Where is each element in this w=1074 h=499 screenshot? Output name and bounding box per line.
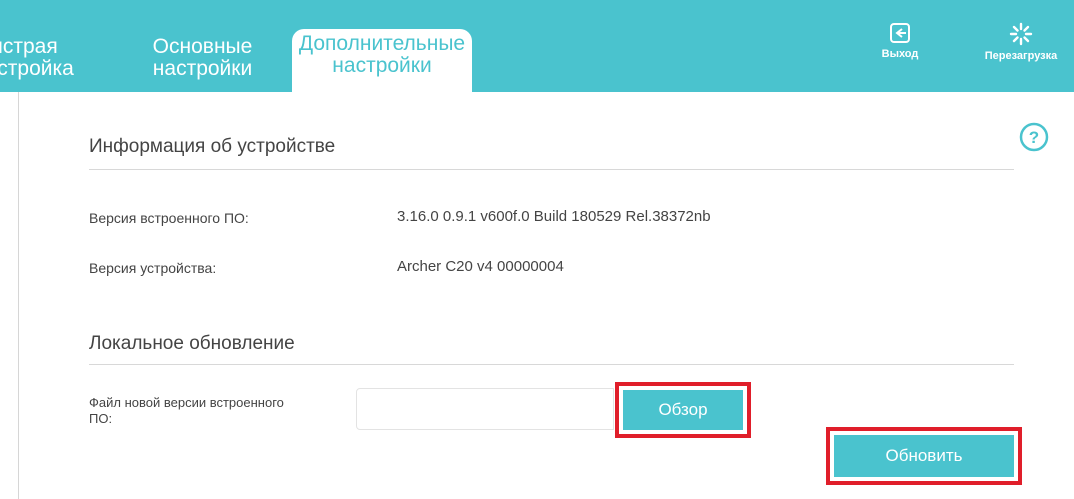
firmware-file-input[interactable] [356, 388, 614, 430]
device-info-title: Информация об устройстве [89, 136, 336, 157]
tab-basic-line1: Основные [152, 35, 253, 58]
help-icon[interactable]: ? [1019, 122, 1049, 152]
tab-advanced-line1: Дополнительные [298, 32, 466, 55]
content-panel: ? Информация об устройстве Версия встрое… [18, 92, 1074, 499]
logout-button[interactable]: Выход [870, 22, 930, 60]
browse-button[interactable]: Обзор [623, 390, 743, 430]
firmware-file-label: Файл новой версии встроенного ПО: [89, 395, 349, 427]
tab-basic-line2: настройки [152, 57, 253, 80]
update-button[interactable]: Обновить [834, 435, 1014, 477]
reboot-icon [1009, 22, 1033, 46]
tab-quick-setup[interactable]: Быстрая настройка [0, 36, 90, 80]
firmware-file-label-line1: Файл новой версии встроенного [89, 395, 284, 410]
tab-basic-settings[interactable]: Основные настройки [130, 36, 275, 80]
local-update-title: Локальное обновление [89, 333, 295, 354]
tab-quick-setup-line1: Быстрая [0, 36, 58, 58]
reboot-button[interactable]: Перезагрузка [968, 22, 1074, 62]
tab-advanced-line2: настройки [332, 54, 432, 77]
logout-icon [890, 23, 910, 43]
tab-quick-setup-line2: настройка [0, 57, 74, 80]
local-update-divider [89, 364, 1014, 365]
logout-label: Выход [881, 48, 919, 60]
top-nav-bar: Быстрая настройка Основные настройки Доп… [0, 0, 1074, 92]
tab-advanced-settings[interactable]: Дополнительные настройки [292, 29, 472, 92]
hardware-version-label: Версия устройства: [89, 260, 217, 276]
firmware-file-label-line2: ПО: [89, 411, 113, 426]
firmware-version-label: Версия встроенного ПО: [89, 210, 249, 226]
hardware-version-value: Archer C20 v4 00000004 [397, 258, 564, 275]
svg-text:?: ? [1029, 128, 1039, 147]
firmware-version-value: 3.16.0 0.9.1 v600f.0 Build 180529 Rel.38… [397, 208, 711, 225]
device-info-divider [89, 169, 1014, 170]
reboot-label: Перезагрузка [984, 50, 1058, 62]
